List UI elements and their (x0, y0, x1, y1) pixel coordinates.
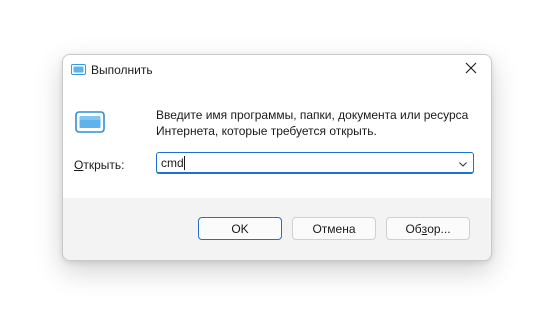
screen: Выполнить Введите имя программы, папки, … (0, 0, 554, 320)
window-title: Выполнить (91, 63, 153, 77)
text-caret (184, 156, 185, 170)
run-dialog-icon (75, 111, 105, 133)
cancel-button[interactable]: Отмена (292, 217, 376, 240)
dialog-body: Введите имя программы, папки, документа … (63, 85, 491, 198)
run-dialog: Выполнить Введите имя программы, папки, … (62, 54, 492, 261)
close-icon (465, 61, 477, 79)
close-button[interactable] (451, 55, 491, 85)
description-line-2: Интернета, которые требуется открыть. (156, 124, 377, 138)
ok-button[interactable]: OK (198, 217, 282, 240)
description: Введите имя программы, папки, документа … (156, 107, 486, 139)
open-label-text: ткрыть: (83, 158, 125, 172)
browse-button[interactable]: Об з ор... (386, 217, 470, 240)
open-combobox[interactable] (156, 152, 474, 174)
chevron-down-icon[interactable] (457, 157, 469, 169)
run-dialog-icon (71, 63, 86, 76)
open-label-accelerator: О (74, 158, 84, 172)
button-bar: OK Отмена Об з ор... (63, 198, 491, 260)
browse-label-suffix: ор... (427, 221, 451, 236)
description-line-1: Введите имя программы, папки, документа … (156, 108, 469, 122)
open-input[interactable] (161, 155, 441, 171)
open-label: Открыть: (74, 158, 124, 172)
browse-label-prefix: Об (405, 221, 422, 236)
title-bar[interactable]: Выполнить (63, 55, 491, 85)
